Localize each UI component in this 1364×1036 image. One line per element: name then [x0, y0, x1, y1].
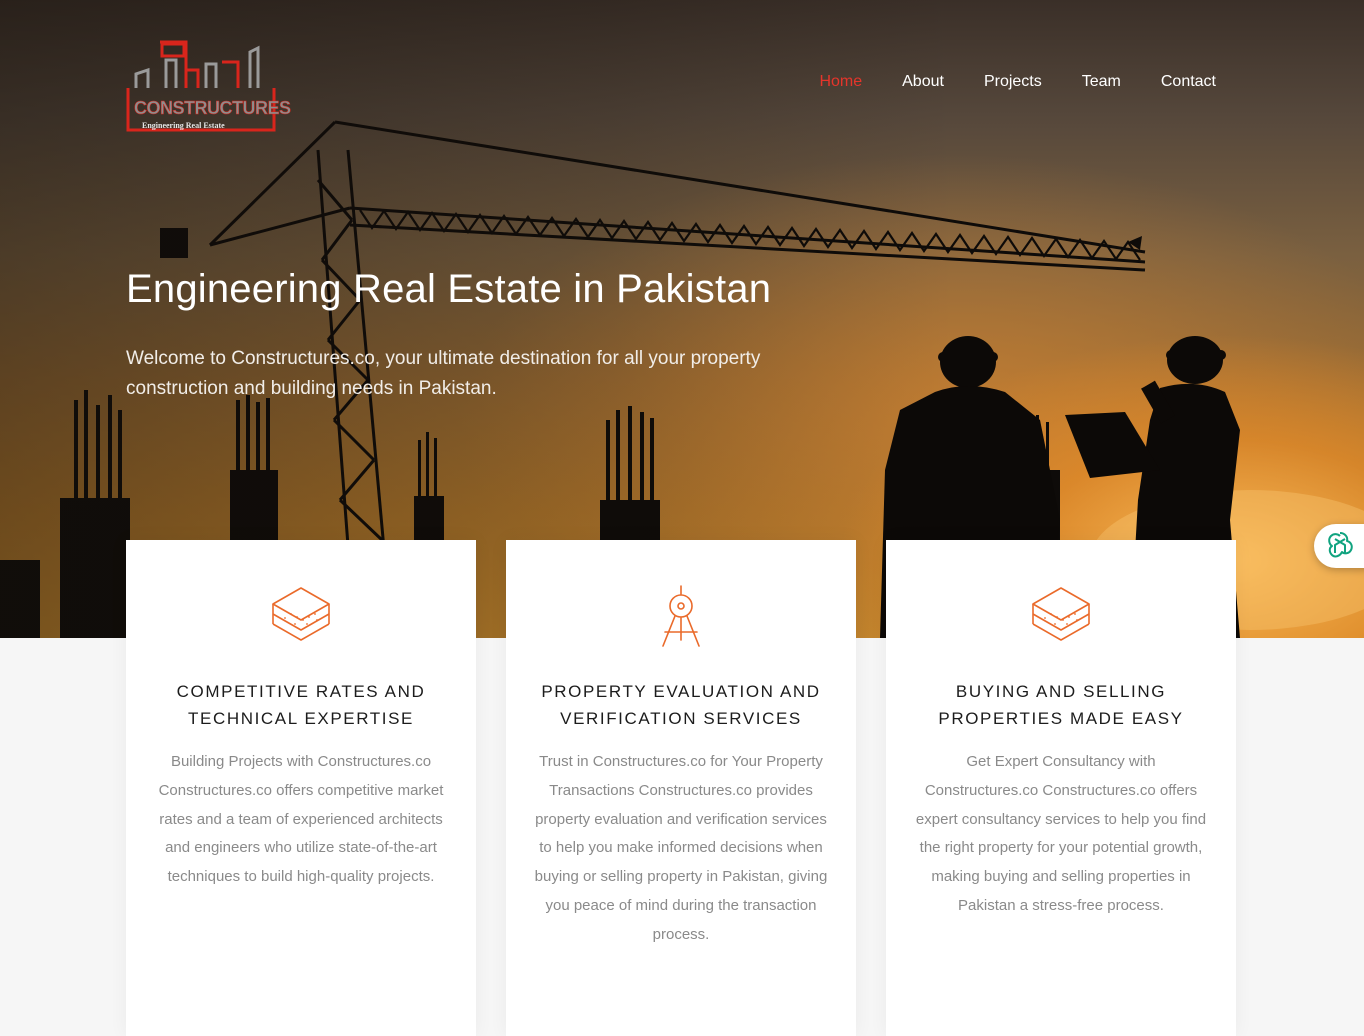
card-body: Get Expert Consultancy with Constructure… [915, 753, 1207, 914]
card-title-line2: VERIFICATION SERVICES [560, 709, 802, 728]
site-logo[interactable]: CONSTRUCTURES Engineering Real Estate [126, 40, 292, 132]
layers-icon [1031, 584, 1091, 648]
card-body: Building Projects with Constructures.co … [158, 753, 444, 886]
card-title-line2: TECHNICAL EXPERTISE [188, 709, 414, 728]
card-body: Trust in Constructures.co for Your Prope… [534, 753, 828, 943]
main-nav: Home About Projects Team Contact [819, 72, 1216, 92]
nav-item-about[interactable]: About [902, 72, 944, 92]
card-title-line1: PROPERTY EVALUATION AND [541, 682, 821, 701]
compass-icon [651, 584, 711, 648]
hero-title: Engineering Real Estate in Pakistan [126, 267, 772, 311]
card-title-line1: BUYING AND SELLING [955, 682, 1167, 701]
ai-assistant-icon [1328, 532, 1353, 558]
feature-card-buying-selling: BUYING AND SELLING PROPERTIES MADE EASY … [886, 540, 1236, 1036]
feature-card-rates: COMPETITIVE RATES AND TECHNICAL EXPERTIS… [126, 540, 476, 1036]
nav-item-projects[interactable]: Projects [984, 72, 1042, 92]
card-title: COMPETITIVE RATES AND TECHNICAL EXPERTIS… [146, 678, 456, 732]
hero-subtitle: Welcome to Constructures.co, your ultima… [126, 348, 761, 399]
card-title-line2: PROPERTIES MADE EASY [938, 709, 1184, 728]
logo-wordmark: CONSTRUCTURES [134, 98, 292, 119]
nav-item-home[interactable]: Home [819, 72, 862, 92]
nav-item-team[interactable]: Team [1082, 72, 1121, 92]
card-title: BUYING AND SELLING PROPERTIES MADE EASY [906, 678, 1216, 732]
nav-item-contact[interactable]: Contact [1161, 72, 1216, 92]
layers-icon [271, 584, 331, 648]
logo-tagline: Engineering Real Estate [142, 121, 225, 130]
card-title: PROPERTY EVALUATION AND VERIFICATION SER… [526, 678, 836, 732]
card-title-line1: COMPETITIVE RATES AND [176, 682, 426, 701]
feature-card-evaluation: PROPERTY EVALUATION AND VERIFICATION SER… [506, 540, 856, 1036]
page: CONSTRUCTURES Engineering Real Estate Ho… [0, 0, 1364, 1036]
ai-assistant-button[interactable] [1314, 524, 1364, 568]
